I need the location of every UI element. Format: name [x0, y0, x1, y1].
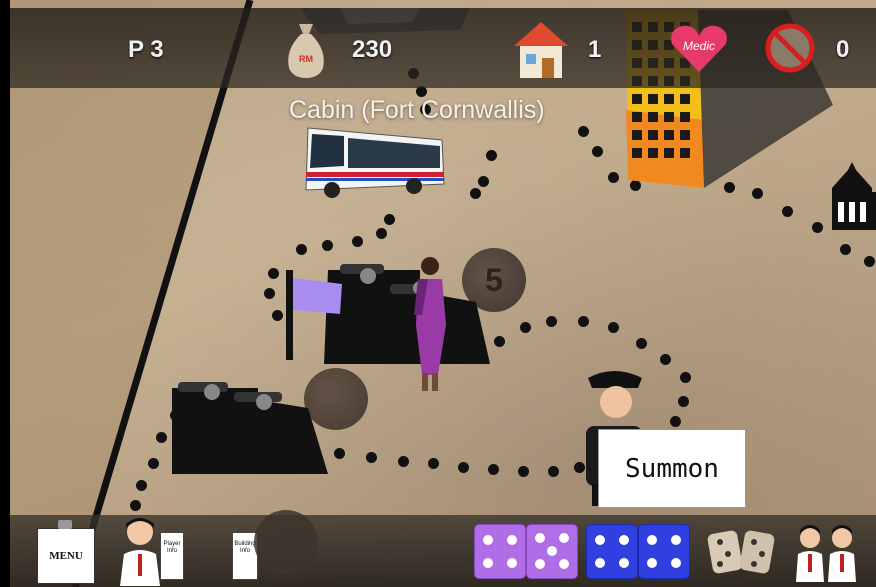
summon-card[interactable]: Summon: [598, 429, 746, 508]
path-dot: [470, 188, 481, 199]
dice-roll-icon[interactable]: [706, 524, 776, 580]
path-dot: [680, 372, 691, 383]
blocked-value: 0: [836, 36, 850, 63]
house-icon: [514, 22, 568, 78]
path-dot: [428, 458, 439, 469]
path-dot: [636, 338, 647, 349]
summon-label: Summon: [625, 453, 719, 484]
path-dot: [478, 176, 489, 187]
path-dot: [864, 256, 875, 267]
menu-clipboard-icon: [58, 520, 72, 529]
path-dot: [812, 222, 823, 233]
path-dot: [322, 240, 333, 251]
path-dot: [488, 464, 499, 475]
player-info-text: Player Info: [163, 541, 181, 554]
no-entry-icon: [765, 23, 815, 73]
die-purple-2[interactable]: [526, 524, 578, 579]
path-dot: [678, 396, 689, 407]
path-dot: [548, 466, 559, 477]
medic-heart-icon: Medic: [671, 25, 727, 72]
money-bag-text: RM: [299, 54, 313, 64]
path-dot: [264, 288, 275, 299]
path-dot: [608, 322, 619, 333]
path-dot: [486, 150, 497, 161]
path-dot: [352, 236, 363, 247]
path-dot: [670, 416, 681, 427]
path-dot: [136, 480, 147, 491]
money-value: 230: [352, 36, 393, 63]
players-icon[interactable]: [792, 524, 862, 582]
path-dot: [148, 458, 159, 469]
path-dot: [546, 316, 557, 327]
die-purple-1[interactable]: [474, 524, 526, 579]
menu-label: MENU: [49, 550, 83, 562]
woman-figure-icon[interactable]: [408, 255, 452, 393]
path-dot: [592, 146, 603, 157]
houses-value: 1: [588, 36, 602, 63]
bus-icon[interactable]: [302, 120, 448, 202]
path-dot: [156, 432, 167, 443]
building-info-text: Building Info: [234, 541, 256, 554]
path-dot: [458, 462, 469, 473]
flag-icon: [286, 270, 342, 360]
board-space: [254, 510, 318, 574]
path-dot: [334, 448, 345, 459]
temple-icon[interactable]: [828, 162, 876, 232]
path-dot: [578, 316, 589, 327]
path-dot: [782, 206, 793, 217]
path-dot: [376, 228, 387, 239]
path-dot: [398, 456, 409, 467]
path-dot: [518, 466, 529, 477]
path-dot: [520, 322, 531, 333]
path-dot: [384, 214, 395, 225]
path-dot: [130, 500, 141, 511]
menu-button[interactable]: MENU: [37, 528, 95, 584]
location-label: Cabin (Fort Cornwallis): [289, 96, 545, 124]
medic-text: Medic: [683, 39, 715, 53]
die-blue-1[interactable]: [586, 524, 638, 579]
path-dot: [494, 336, 505, 347]
path-dot: [366, 452, 377, 463]
player-label: P 3: [128, 36, 164, 63]
path-dot: [578, 126, 589, 137]
player-info-card[interactable]: Player Info: [160, 532, 184, 580]
path-dot: [268, 268, 279, 279]
path-dot: [296, 244, 307, 255]
game-board: 5 Summon P 3 RM 230 1 Medic 0 Cabin (For…: [0, 0, 876, 587]
player-avatar-icon[interactable]: [116, 516, 164, 586]
cannon-fort-icon[interactable]: [168, 378, 334, 478]
die-blue-2[interactable]: [638, 524, 690, 579]
path-dot: [840, 244, 851, 255]
path-dot: [660, 354, 671, 365]
money-bag-icon: RM: [288, 24, 324, 78]
